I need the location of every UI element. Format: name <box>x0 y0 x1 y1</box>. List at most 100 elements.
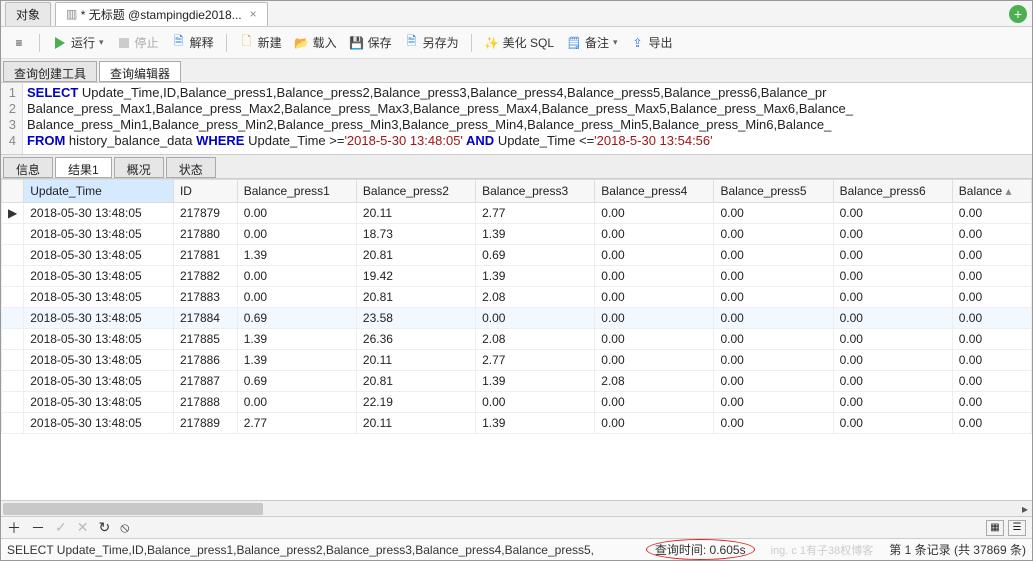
cell[interactable]: 2.08 <box>595 371 714 392</box>
tab-result1[interactable]: 结果1 <box>55 157 112 178</box>
tab-status[interactable]: 状态 <box>166 157 216 178</box>
cell[interactable]: 0.00 <box>595 413 714 434</box>
cell[interactable]: 0.00 <box>833 392 952 413</box>
cell[interactable]: 0.00 <box>833 413 952 434</box>
commit-button[interactable]: ✓ <box>55 519 67 536</box>
cell[interactable]: 0.00 <box>237 224 356 245</box>
cell[interactable]: 0.00 <box>952 371 1031 392</box>
cell[interactable]: 217879 <box>173 203 237 224</box>
cell[interactable]: 20.11 <box>356 413 475 434</box>
cell[interactable]: 0.00 <box>833 203 952 224</box>
cell[interactable]: 0.00 <box>237 266 356 287</box>
cell[interactable]: 0.00 <box>714 203 833 224</box>
cell[interactable]: 0.00 <box>833 287 952 308</box>
explain-button[interactable]: 🗎解释 <box>167 32 218 53</box>
table-row[interactable]: 2018-05-30 13:48:052178800.0018.731.390.… <box>2 224 1032 245</box>
export-button[interactable]: ⇪导出 <box>626 32 677 53</box>
cell[interactable]: 217889 <box>173 413 237 434</box>
cell[interactable]: 0.00 <box>714 245 833 266</box>
tab-info[interactable]: 信息 <box>3 157 53 178</box>
subtab-builder[interactable]: 查询创建工具 <box>3 61 97 82</box>
cell[interactable]: 1.39 <box>237 245 356 266</box>
cell[interactable]: 1.39 <box>476 371 595 392</box>
cell[interactable]: 0.00 <box>595 203 714 224</box>
cell[interactable]: 0.00 <box>476 392 595 413</box>
cell[interactable]: 0.69 <box>237 371 356 392</box>
cell[interactable]: 0.00 <box>714 329 833 350</box>
cell[interactable]: 217883 <box>173 287 237 308</box>
cell[interactable]: 1.39 <box>476 224 595 245</box>
tab-profile[interactable]: 概况 <box>114 157 164 178</box>
run-button[interactable]: 运行▾ <box>48 32 108 53</box>
cell[interactable]: 1.39 <box>476 413 595 434</box>
cell[interactable]: 217884 <box>173 308 237 329</box>
cell[interactable]: 20.11 <box>356 203 475 224</box>
cell[interactable]: 19.42 <box>356 266 475 287</box>
refresh-button[interactable]: ↻ <box>98 519 110 536</box>
cell[interactable]: 0.00 <box>595 308 714 329</box>
stop-fetch-button[interactable]: ⦸ <box>120 519 129 536</box>
cell[interactable]: 0.00 <box>595 224 714 245</box>
new-button[interactable]: 🗋新建 <box>235 32 286 53</box>
cell[interactable]: 2.77 <box>237 413 356 434</box>
table-row[interactable]: 2018-05-30 13:48:052178851.3926.362.080.… <box>2 329 1032 350</box>
cell[interactable]: 0.00 <box>595 350 714 371</box>
form-view-button[interactable]: ☰ <box>1008 520 1026 536</box>
cell[interactable]: 20.81 <box>356 371 475 392</box>
cell[interactable]: 2.77 <box>476 203 595 224</box>
cell[interactable]: 2018-05-30 13:48:05 <box>24 224 174 245</box>
cell[interactable]: 20.81 <box>356 287 475 308</box>
cell[interactable]: 0.69 <box>237 308 356 329</box>
cell[interactable]: 2018-05-30 13:48:05 <box>24 266 174 287</box>
cell[interactable]: 0.00 <box>952 308 1031 329</box>
cell[interactable]: 217888 <box>173 392 237 413</box>
cell[interactable]: 0.00 <box>714 371 833 392</box>
cell[interactable]: 0.00 <box>833 350 952 371</box>
cancel-button[interactable]: ✕ <box>77 519 89 536</box>
table-row[interactable]: ▶2018-05-30 13:48:052178790.0020.112.770… <box>2 203 1032 224</box>
cell[interactable]: 0.00 <box>952 203 1031 224</box>
col-bp3[interactable]: Balance_press3 <box>476 180 595 203</box>
save-button[interactable]: 💾保存 <box>345 32 396 53</box>
cell[interactable]: 0.00 <box>833 266 952 287</box>
saveas-button[interactable]: 🗎另存为 <box>400 32 463 53</box>
cell[interactable]: 0.00 <box>833 371 952 392</box>
table-row[interactable]: 2018-05-30 13:48:052178892.7720.111.390.… <box>2 413 1032 434</box>
cell[interactable]: 0.00 <box>952 392 1031 413</box>
table-row[interactable]: 2018-05-30 13:48:052178820.0019.421.390.… <box>2 266 1032 287</box>
cell[interactable]: 1.39 <box>476 266 595 287</box>
table-row[interactable]: 2018-05-30 13:48:052178861.3920.112.770.… <box>2 350 1032 371</box>
cell[interactable]: 0.00 <box>952 287 1031 308</box>
cell[interactable]: 2018-05-30 13:48:05 <box>24 413 174 434</box>
cell[interactable]: 0.00 <box>714 350 833 371</box>
cell[interactable]: 0.00 <box>595 392 714 413</box>
cell[interactable]: 2018-05-30 13:48:05 <box>24 245 174 266</box>
scroll-thumb[interactable] <box>3 503 263 515</box>
cell[interactable]: 0.00 <box>833 224 952 245</box>
cell[interactable]: 2018-05-30 13:48:05 <box>24 350 174 371</box>
col-bp2[interactable]: Balance_press2 <box>356 180 475 203</box>
table-row[interactable]: 2018-05-30 13:48:052178880.0022.190.000.… <box>2 392 1032 413</box>
col-bp1[interactable]: Balance_press1 <box>237 180 356 203</box>
cell[interactable]: 217880 <box>173 224 237 245</box>
sql-editor[interactable]: 1234 SELECT Update_Time,ID,Balance_press… <box>1 83 1032 155</box>
cell[interactable]: 217881 <box>173 245 237 266</box>
tab-query[interactable]: ▥ * 无标题 @stampingdie2018... × <box>55 2 268 26</box>
cell[interactable]: 217882 <box>173 266 237 287</box>
col-update-time[interactable]: Update_Time <box>24 180 174 203</box>
cell[interactable]: 23.58 <box>356 308 475 329</box>
cell[interactable]: 0.00 <box>952 350 1031 371</box>
cell[interactable]: 0.00 <box>714 224 833 245</box>
menu-button[interactable]: ≡ <box>7 33 31 53</box>
cell[interactable]: 2.08 <box>476 287 595 308</box>
cell[interactable]: 2018-05-30 13:48:05 <box>24 287 174 308</box>
cell[interactable]: 0.69 <box>476 245 595 266</box>
table-row[interactable]: 2018-05-30 13:48:052178811.3920.810.690.… <box>2 245 1032 266</box>
cell[interactable]: 0.00 <box>595 266 714 287</box>
cell[interactable]: 2018-05-30 13:48:05 <box>24 371 174 392</box>
cell[interactable]: 0.00 <box>714 266 833 287</box>
close-icon[interactable]: × <box>250 7 257 21</box>
col-bp5[interactable]: Balance_press5 <box>714 180 833 203</box>
delete-row-button[interactable]: － <box>31 518 45 538</box>
subtab-editor[interactable]: 查询编辑器 <box>99 61 181 82</box>
